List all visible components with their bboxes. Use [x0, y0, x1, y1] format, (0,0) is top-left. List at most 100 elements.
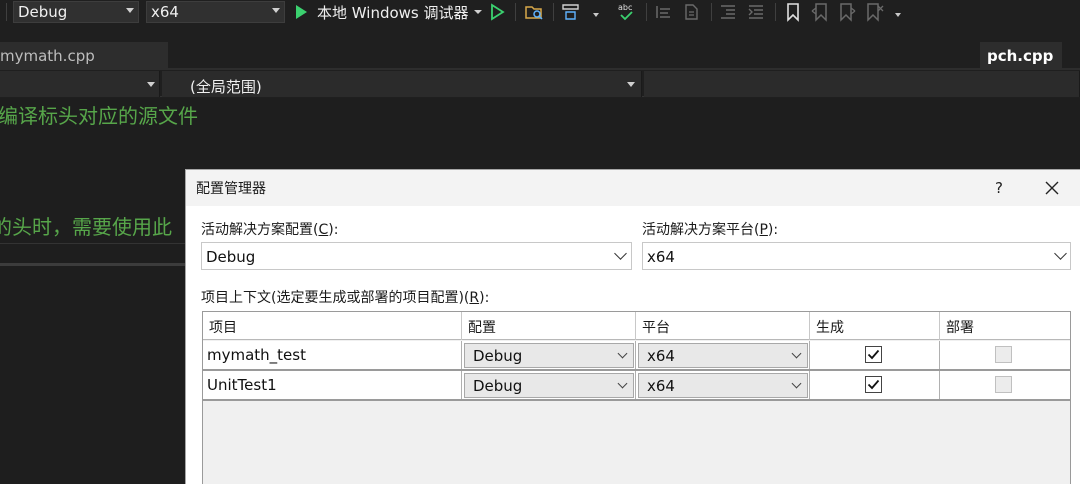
project-contexts-label: 项目上下文(选定要生成或部署的项目配置)(R): — [201, 290, 490, 306]
folder-search-icon — [525, 6, 543, 20]
row-platform-value: x64 — [647, 347, 675, 365]
start-debugging-button[interactable]: 本地 Windows 调试器 — [292, 1, 484, 23]
chevron-down-icon — [126, 8, 134, 13]
code-comment-line: 的头时，需要使用此 — [0, 215, 172, 239]
spell-check-button[interactable]: abc — [616, 2, 636, 22]
solution-config-combo[interactable]: Debug — [13, 1, 139, 23]
chevron-down-icon[interactable] — [895, 13, 901, 17]
start-without-debugging-button[interactable] — [490, 3, 506, 25]
prev-bookmark-button[interactable] — [810, 2, 830, 22]
project-cell: mymath_test — [203, 341, 462, 369]
deploy-checkbox — [995, 376, 1012, 393]
chevron-down-icon — [614, 247, 627, 260]
chevron-down-icon — [147, 82, 155, 87]
solution-platform-value: x64 — [151, 3, 179, 21]
prev-bookmark-icon — [811, 3, 827, 22]
deploy-cell — [940, 371, 1072, 399]
row-config-value: Debug — [473, 377, 523, 395]
project-cell: UnitTest1 — [203, 371, 462, 399]
outdent-button[interactable] — [718, 2, 738, 22]
chevron-down-icon — [1054, 247, 1067, 260]
clear-bookmarks-button[interactable] — [864, 2, 884, 22]
tab-pch-cpp[interactable]: pch.cpp — [980, 42, 1062, 70]
outdent-icon — [721, 5, 735, 19]
checkmark-icon — [867, 379, 880, 390]
row-platform-value: x64 — [647, 377, 675, 395]
toolbar-separator — [775, 3, 776, 21]
row-platform-combo[interactable]: x64 — [638, 373, 808, 398]
project-name: UnitTest1 — [207, 376, 277, 394]
build-checkbox[interactable] — [865, 346, 882, 363]
indent-icon — [748, 5, 763, 19]
close-icon — [1045, 181, 1059, 195]
bookmark-button[interactable] — [783, 2, 803, 22]
chevron-down-icon[interactable] — [593, 13, 599, 17]
next-bookmark-icon — [840, 3, 856, 22]
svg-text:abc: abc — [618, 3, 632, 12]
project-navigation-combo[interactable] — [0, 71, 160, 97]
build-cell — [810, 371, 940, 399]
row-config-value: Debug — [473, 347, 523, 365]
table-row[interactable]: mymath_test Debug x64 — [203, 341, 1070, 371]
platform-cell: x64 — [636, 341, 810, 369]
window-layout-icon — [562, 4, 579, 20]
toolbar-separator — [646, 3, 647, 21]
row-config-combo[interactable]: Debug — [464, 343, 634, 368]
toolbar-separator — [711, 3, 712, 21]
configuration-manager-dialog: 配置管理器 ? 活动解决方案配置(C): Debug 活动解决方案平台(P): … — [185, 169, 1080, 484]
row-platform-combo[interactable]: x64 — [638, 343, 808, 368]
chevron-down-icon — [617, 348, 628, 359]
column-header-build[interactable]: 生成 — [810, 312, 940, 340]
active-config-value: Debug — [206, 248, 256, 266]
platform-cell: x64 — [636, 371, 810, 399]
comment-button[interactable] — [654, 2, 674, 22]
build-cell — [810, 341, 940, 369]
code-comment-line: 编译标头对应的源文件 — [0, 104, 198, 128]
deploy-checkbox — [995, 346, 1012, 363]
close-button[interactable] — [1040, 176, 1064, 200]
find-in-files-button[interactable] — [524, 2, 544, 22]
scope-label: (全局范围) — [190, 78, 262, 96]
member-navigation-combo[interactable] — [644, 71, 1080, 97]
active-config-combo[interactable]: Debug — [201, 242, 632, 270]
scope-navigation-combo[interactable]: (全局范围) — [162, 71, 642, 97]
project-name: mymath_test — [207, 346, 306, 364]
table-row[interactable]: UnitTest1 Debug x64 — [203, 371, 1070, 401]
uncomment-icon — [685, 4, 698, 20]
active-config-label: 活动解决方案配置(C): — [201, 222, 339, 238]
tab-mymath-cpp[interactable]: mymath.cpp — [0, 42, 168, 70]
column-header-deploy[interactable]: 部署 — [940, 312, 1072, 340]
column-header-config[interactable]: 配置 — [462, 312, 636, 340]
row-config-combo[interactable]: Debug — [464, 373, 634, 398]
uncomment-button[interactable] — [682, 2, 702, 22]
spell-check-icon: abc — [618, 3, 633, 21]
navigation-bar: (全局范围) — [0, 71, 1080, 97]
solution-platform-combo[interactable]: x64 — [146, 1, 285, 23]
tab-label: mymath.cpp — [0, 47, 95, 65]
editor-divider — [0, 263, 200, 266]
run-label: 本地 Windows 调试器 — [317, 3, 469, 22]
bookmark-icon — [787, 3, 799, 22]
active-platform-combo[interactable]: x64 — [642, 242, 1071, 270]
indent-button[interactable] — [746, 2, 766, 22]
column-header-platform[interactable]: 平台 — [636, 312, 810, 340]
toolbar-separator — [6, 3, 7, 21]
play-icon — [296, 5, 307, 19]
chevron-down-icon — [272, 8, 280, 13]
chevron-down-icon — [791, 378, 802, 389]
document-tab-strip: mymath.cpp pch.cpp — [0, 42, 1080, 70]
next-bookmark-button[interactable] — [837, 2, 857, 22]
config-cell: Debug — [462, 341, 636, 369]
window-layout-button[interactable] — [561, 2, 581, 22]
project-contexts-grid[interactable]: 项目 配置 平台 生成 部署 mymath_test Debug x64 Uni… — [202, 311, 1071, 484]
chevron-down-icon — [791, 348, 802, 359]
dialog-titlebar: 配置管理器 ? — [186, 170, 1080, 206]
active-platform-value: x64 — [647, 248, 675, 266]
comment-lines-icon — [656, 6, 670, 18]
build-checkbox[interactable] — [865, 376, 882, 393]
help-button[interactable]: ? — [987, 176, 1011, 200]
play-outline-icon — [491, 3, 505, 21]
dialog-title: 配置管理器 — [196, 181, 266, 197]
column-header-project[interactable]: 项目 — [203, 312, 462, 340]
editor-divider — [0, 243, 200, 244]
